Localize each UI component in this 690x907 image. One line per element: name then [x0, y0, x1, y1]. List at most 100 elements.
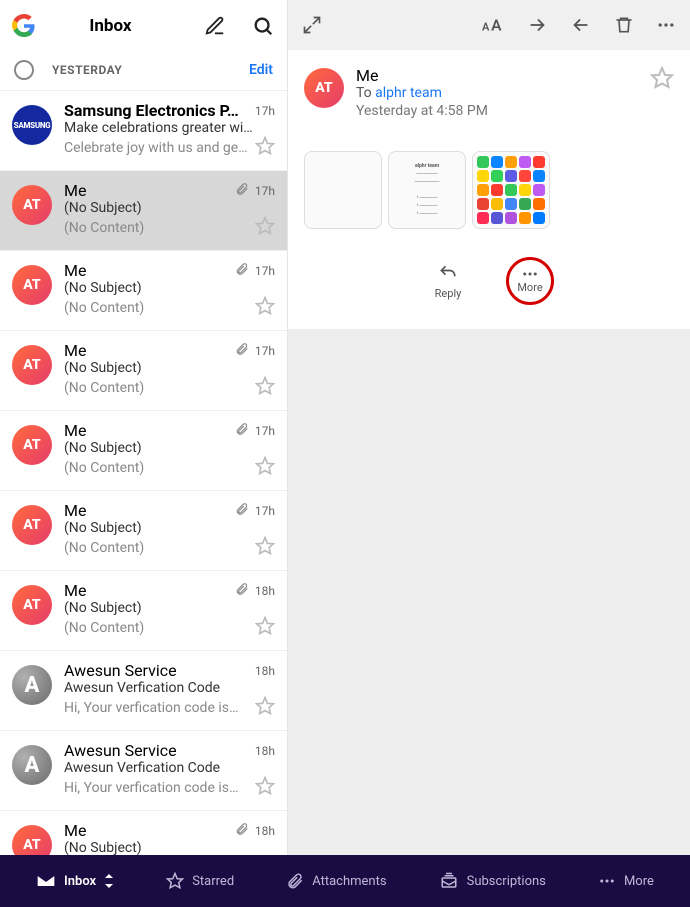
nav-attachments[interactable]: Attachments — [286, 872, 386, 890]
star-icon[interactable] — [255, 776, 275, 800]
sender-name: Me — [64, 581, 229, 600]
subject-line: (No Subject) — [64, 520, 275, 536]
attachment-icon — [235, 181, 249, 200]
trash-icon[interactable] — [614, 15, 634, 35]
sender-name: Samsung Electronics P… — [64, 101, 249, 120]
preview-text: (No Content) — [64, 540, 249, 556]
star-icon[interactable] — [255, 376, 275, 400]
attachment-thumb-2[interactable]: alphr team─────────────• ─────• ─────• ─… — [388, 151, 466, 229]
to-line[interactable]: To alphr team — [356, 85, 638, 101]
message-list: SAMSUNG Samsung Electronics P… 17h Make cel… — [0, 91, 287, 855]
nav-starred[interactable]: Starred — [166, 872, 234, 890]
star-icon[interactable] — [255, 616, 275, 640]
search-icon[interactable] — [251, 14, 275, 38]
avatar[interactable]: SAMSUNG — [12, 105, 52, 145]
more-label: More — [517, 281, 542, 294]
star-icon[interactable] — [255, 136, 275, 160]
subject-line: Awesun Verfication Code — [64, 760, 275, 776]
nav-subscriptions[interactable]: Subscriptions — [439, 872, 546, 890]
attachment-thumb-3[interactable] — [472, 151, 550, 229]
from-label: Me — [356, 66, 638, 85]
subject-line: (No Subject) — [64, 360, 275, 376]
sender-name: Me — [64, 261, 229, 280]
time-label: 18h — [255, 824, 275, 838]
message-header: AT Me To alphr team Yesterday at 4:58 PM — [304, 66, 674, 119]
avatar[interactable]: AT — [12, 585, 52, 625]
time-label: 18h — [255, 664, 275, 678]
list-header: Inbox — [0, 0, 287, 50]
page-title: Inbox — [18, 16, 203, 36]
reply-label: Reply — [435, 287, 462, 300]
reply-button[interactable]: Reply — [424, 263, 472, 300]
text-size-icon[interactable]: A A — [482, 14, 504, 36]
message-item[interactable]: ATMe18h(No Subject)(No Content) — [0, 571, 287, 651]
avatar[interactable]: A — [12, 665, 52, 705]
nav-inbox-label: Inbox — [64, 874, 96, 889]
forward-icon[interactable] — [526, 14, 548, 36]
avatar[interactable]: AT — [12, 505, 52, 545]
subject-line: (No Subject) — [64, 600, 275, 616]
expand-icon[interactable] — [302, 15, 322, 35]
avatar[interactable]: AT — [12, 425, 52, 465]
message-item[interactable]: ATMe17h(No Subject)(No Content) — [0, 331, 287, 411]
sender-name: Me — [64, 341, 229, 360]
sender-name: Me — [64, 421, 229, 440]
star-icon[interactable] — [255, 536, 275, 560]
sender-avatar[interactable]: AT — [304, 68, 344, 108]
preview-text: (No Content) — [64, 300, 249, 316]
subject-line: Make celebrations greater wi… — [64, 120, 275, 136]
attachment-icon — [235, 581, 249, 600]
select-all-circle[interactable] — [14, 60, 34, 80]
message-item[interactable]: AAwesun Service18hAwesun Verfication Cod… — [0, 731, 287, 811]
attachment-icon — [235, 421, 249, 440]
message-item[interactable]: ATMe17h(No Subject)(No Content) — [0, 171, 287, 251]
avatar[interactable]: A — [12, 745, 52, 785]
sender-name: Awesun Service — [64, 741, 249, 760]
attachment-icon — [235, 821, 249, 840]
edit-button[interactable]: Edit — [249, 62, 273, 78]
detail-empty-area — [288, 329, 690, 855]
detail-pane: A A — [288, 0, 690, 855]
time-label: 17h — [255, 264, 275, 278]
svg-text:A: A — [482, 21, 490, 34]
message-item[interactable]: AT Me 17h (No Subject) (No Content) — [0, 251, 287, 331]
nav-inbox[interactable]: Inbox — [36, 871, 114, 891]
sent-date: Yesterday at 4:58 PM — [356, 103, 638, 119]
bottom-nav-bar: Inbox Starred Attachments Subscriptions … — [0, 855, 690, 907]
avatar[interactable]: AT — [12, 185, 52, 225]
time-label: 18h — [255, 584, 275, 598]
star-message-icon[interactable] — [650, 66, 674, 119]
message-item[interactable]: SAMSUNGSamsung Electronics P…17hMake cel… — [0, 91, 287, 171]
preview-text: (No Content) — [64, 380, 249, 396]
more-toolbar-icon[interactable] — [656, 15, 676, 35]
avatar[interactable]: AT — [12, 825, 52, 855]
recipient-name[interactable]: alphr team — [375, 85, 442, 101]
more-button-highlighted[interactable]: More — [506, 257, 554, 305]
time-label: 17h — [255, 424, 275, 438]
subject-line: Awesun Verfication Code — [64, 680, 275, 696]
attachment-thumbnails: alphr team─────────────• ─────• ─────• ─… — [304, 151, 674, 229]
message-item[interactable]: AAwesun Service18hAwesun Verfication Cod… — [0, 651, 287, 731]
compose-icon[interactable] — [203, 14, 227, 38]
google-logo-icon[interactable] — [12, 14, 36, 38]
nav-starred-label: Starred — [192, 874, 234, 889]
subject-line: (No Subject) — [64, 200, 275, 216]
message-item[interactable]: ATMe18h(No Subject)(No Content) — [0, 811, 287, 855]
star-icon[interactable] — [255, 216, 275, 240]
avatar[interactable]: AT — [12, 345, 52, 385]
message-item[interactable]: ATMe17h(No Subject)(No Content) — [0, 491, 287, 571]
subject-line: (No Subject) — [64, 280, 275, 296]
nav-more[interactable]: More — [598, 872, 654, 890]
section-header: YESTERDAY Edit — [0, 50, 287, 91]
subject-line: (No Subject) — [64, 440, 275, 456]
star-icon[interactable] — [255, 296, 275, 320]
star-icon[interactable] — [255, 696, 275, 720]
attachment-thumb-1[interactable] — [304, 151, 382, 229]
avatar[interactable]: AT — [12, 265, 52, 305]
message-item[interactable]: ATMe17h(No Subject)(No Content) — [0, 411, 287, 491]
subject-line: (No Subject) — [64, 840, 275, 855]
reply-toolbar-icon[interactable] — [570, 14, 592, 36]
message-actions: Reply More — [304, 257, 674, 305]
star-icon[interactable] — [255, 456, 275, 480]
attachment-icon — [235, 501, 249, 520]
